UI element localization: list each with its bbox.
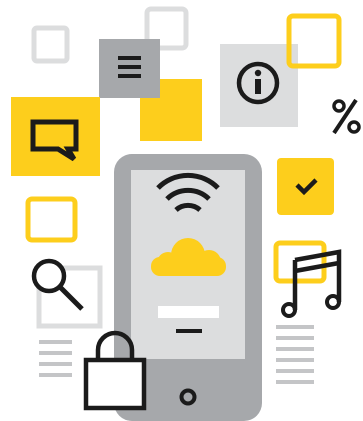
text-lines-icon xyxy=(276,325,314,384)
square-outline-icon xyxy=(31,25,70,64)
menu-icon xyxy=(99,39,160,98)
mobile-apps-illustration xyxy=(11,6,361,421)
search-icon xyxy=(31,258,103,329)
checkmark-icon xyxy=(277,158,334,215)
chat-bubble-icon xyxy=(11,97,100,176)
text-lines-icon xyxy=(39,340,72,377)
percent-icon xyxy=(332,98,361,135)
square-outline-icon xyxy=(25,196,78,243)
info-icon xyxy=(220,44,298,127)
music-note-icon xyxy=(273,240,342,318)
